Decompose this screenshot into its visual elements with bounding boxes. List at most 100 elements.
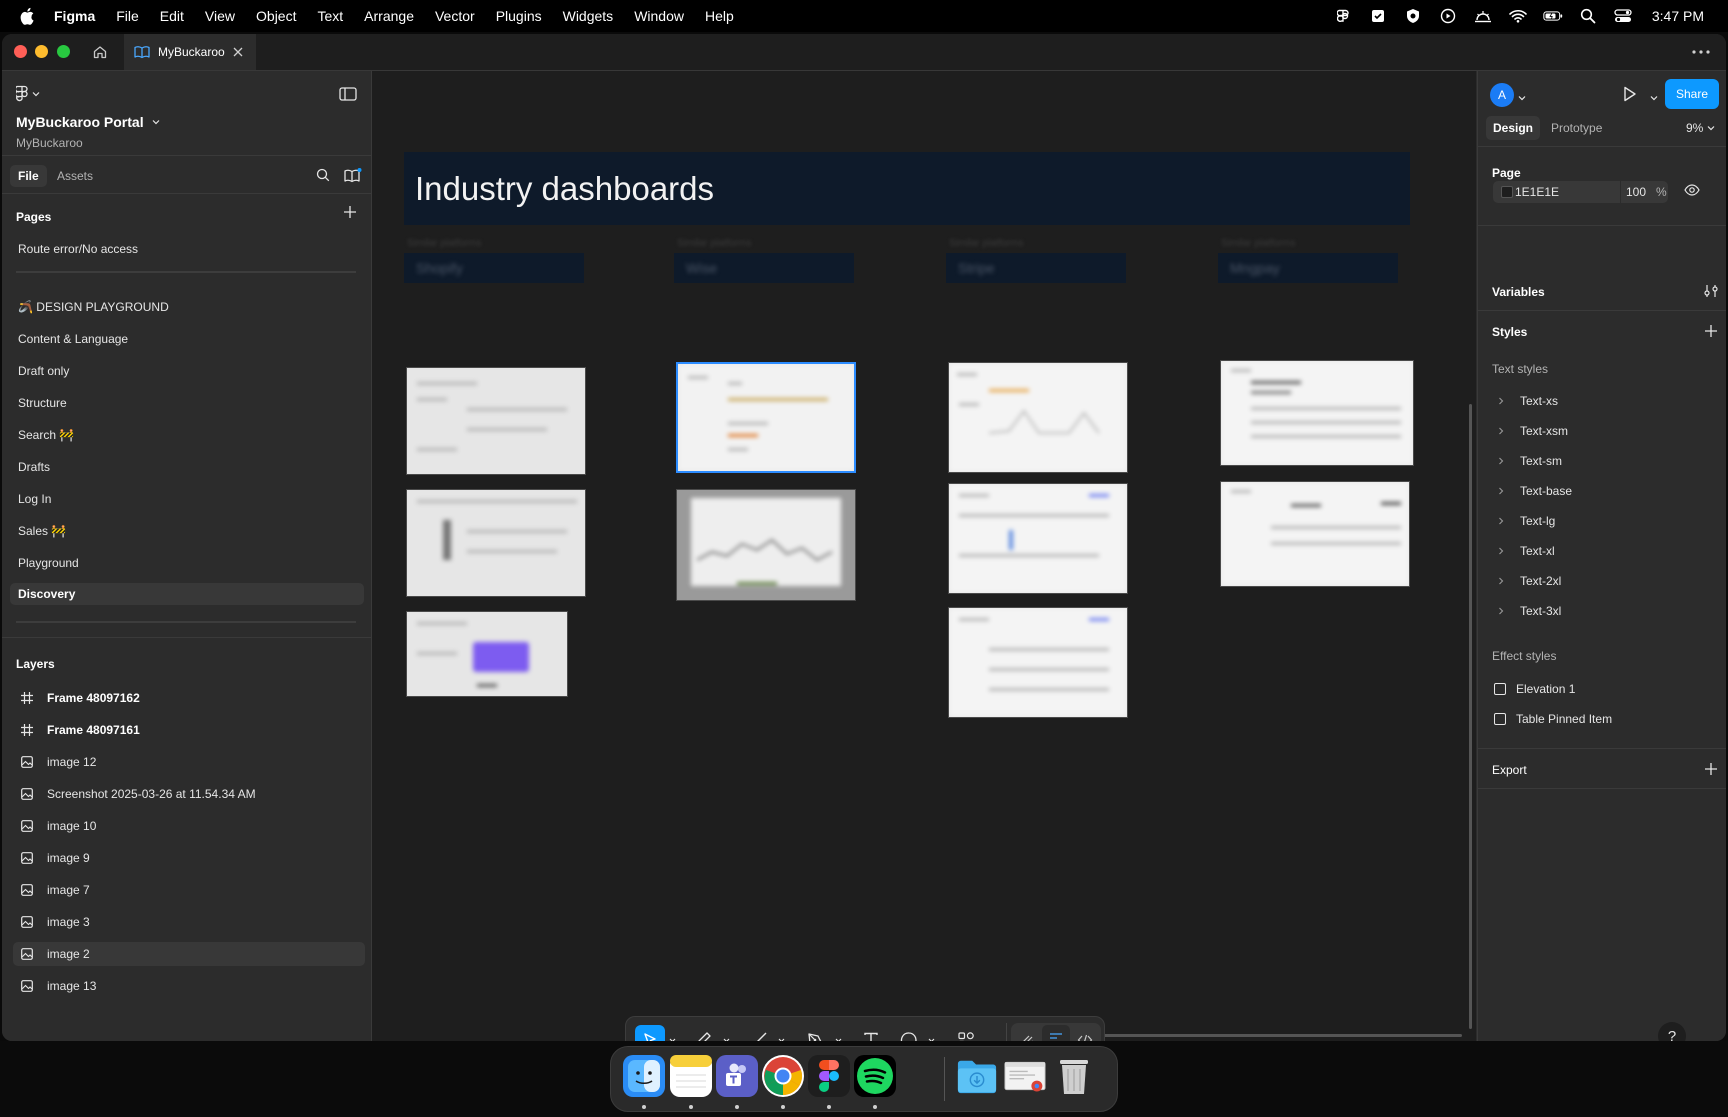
dashboard-screenshot-selected[interactable] [676, 362, 856, 473]
menu-object[interactable]: Object [256, 8, 296, 24]
text-style-item[interactable]: Text-xsm [1492, 424, 1568, 438]
effect-style-item[interactable]: Table Pinned Item [1492, 712, 1612, 726]
layer-item[interactable]: image 9 [13, 846, 365, 870]
effect-style-item[interactable]: Elevation 1 [1492, 682, 1575, 696]
project-title-button[interactable]: MyBuckaroo Portal [16, 114, 160, 130]
platform-label-box[interactable]: Wise [674, 253, 854, 283]
page-item[interactable]: Route error/No access [10, 238, 364, 260]
chrome-icon[interactable] [762, 1055, 804, 1097]
zoom-dropdown[interactable]: 9% [1686, 121, 1715, 135]
menu-file[interactable]: File [116, 8, 139, 24]
text-style-item[interactable]: Text-2xl [1492, 574, 1561, 588]
layer-item[interactable]: image 7 [13, 878, 365, 902]
spotlight-search-icon[interactable] [1578, 6, 1598, 26]
platform-label-box[interactable]: Stripe [946, 253, 1126, 283]
comment-tool-dropdown[interactable] [926, 1025, 936, 1041]
window-minimize-button[interactable] [35, 45, 48, 58]
trash-icon[interactable] [1053, 1055, 1095, 1097]
chevron-down-icon[interactable] [1518, 90, 1526, 104]
canvas[interactable]: Industry dashboards Similar platforms Sh… [372, 71, 1476, 1041]
move-tool-dropdown[interactable] [667, 1025, 677, 1041]
window-zoom-button[interactable] [57, 45, 70, 58]
menu-clock[interactable]: 3:47 PM [1652, 8, 1704, 24]
dashboard-screenshot[interactable] [676, 489, 856, 601]
menu-edit[interactable]: Edit [160, 8, 184, 24]
page-opacity-value[interactable]: 100 [1626, 185, 1646, 199]
avatar[interactable]: A [1490, 83, 1514, 107]
dashboard-screenshot[interactable] [406, 611, 568, 697]
line-tool-button[interactable] [744, 1025, 774, 1041]
text-style-item[interactable]: Text-lg [1492, 514, 1555, 528]
search-icon[interactable] [316, 168, 330, 185]
actions-button[interactable] [951, 1025, 981, 1041]
page-item[interactable]: Content & Language [10, 328, 364, 350]
move-tool-button[interactable] [635, 1025, 665, 1041]
page-item[interactable]: Drafts [10, 456, 364, 478]
pen-tool-dropdown[interactable] [833, 1025, 843, 1041]
more-options-icon[interactable] [1688, 42, 1714, 62]
shield-sync-icon[interactable] [1403, 6, 1423, 26]
battery-icon[interactable] [1543, 6, 1563, 26]
text-style-item[interactable]: Text-xs [1492, 394, 1558, 408]
teams-icon[interactable] [716, 1055, 758, 1097]
page-item[interactable]: Draft only [10, 360, 364, 382]
page-item[interactable]: 🪃 DESIGN PLAYGROUND [10, 296, 364, 318]
finder-icon[interactable] [623, 1055, 665, 1097]
menu-text[interactable]: Text [317, 8, 343, 24]
page-background-field[interactable]: 1E1E1E 100 % [1493, 181, 1668, 203]
title-banner[interactable]: Industry dashboards [404, 152, 1410, 225]
layer-item[interactable]: Screenshot 2025-03-26 at 11.54.34 AM [13, 782, 365, 806]
menu-view[interactable]: View [205, 8, 235, 24]
draw-tool-dropdown[interactable] [721, 1025, 731, 1041]
spotify-icon[interactable] [854, 1055, 896, 1097]
page-item[interactable]: Log In [10, 488, 364, 510]
design-mode-button[interactable] [1042, 1025, 1070, 1041]
notes-icon[interactable] [670, 1055, 712, 1097]
chevron-down-icon[interactable] [1650, 90, 1658, 104]
dashboard-screenshot[interactable] [948, 483, 1128, 594]
text-style-item[interactable]: Text-base [1492, 484, 1572, 498]
layer-item[interactable]: image 13 [13, 974, 365, 998]
sunrise-icon[interactable] [1473, 6, 1493, 26]
dashboard-screenshot[interactable] [948, 362, 1128, 473]
draw-mode-button[interactable] [1013, 1025, 1041, 1041]
pen-tool-button[interactable] [800, 1025, 830, 1041]
figma-status-icon[interactable] [1333, 6, 1353, 26]
app-menu-figma[interactable]: Figma [54, 8, 95, 24]
chrome-window-icon[interactable] [1004, 1055, 1046, 1097]
control-center-icon[interactable] [1613, 6, 1633, 26]
tab-design[interactable]: Design [1486, 116, 1541, 140]
main-menu-button[interactable] [16, 85, 40, 103]
page-item[interactable]: Search 🚧 [10, 424, 364, 446]
page-item-active[interactable]: Discovery [10, 583, 364, 605]
page-item[interactable]: Playground [10, 552, 364, 574]
menu-plugins[interactable]: Plugins [496, 8, 542, 24]
text-style-item[interactable]: Text-xl [1492, 544, 1555, 558]
draw-tool-button[interactable] [688, 1025, 718, 1041]
layer-item[interactable]: image 10 [13, 814, 365, 838]
add-page-icon[interactable] [343, 205, 357, 222]
help-button[interactable]: ? [1658, 1022, 1686, 1041]
wifi-icon[interactable] [1508, 6, 1528, 26]
text-style-item[interactable]: Text-3xl [1492, 604, 1561, 618]
eye-icon[interactable] [1684, 184, 1700, 199]
library-icon[interactable] [344, 168, 362, 187]
layer-item[interactable]: image 12 [13, 750, 365, 774]
canvas-vertical-scrollbar[interactable] [1469, 404, 1472, 1029]
downloads-folder-icon[interactable] [956, 1055, 998, 1097]
play-circle-icon[interactable] [1438, 6, 1458, 26]
menu-widgets[interactable]: Widgets [563, 8, 614, 24]
layer-item[interactable]: Frame 48097162 [13, 686, 365, 710]
apple-icon[interactable] [20, 7, 36, 25]
tab-prototype[interactable]: Prototype [1551, 121, 1602, 135]
sidebar-toggle-icon[interactable] [339, 87, 357, 104]
window-close-button[interactable] [14, 45, 27, 58]
file-tab[interactable]: MyBuckaroo [124, 34, 256, 70]
tab-file[interactable]: File [10, 165, 47, 187]
line-tool-dropdown[interactable] [776, 1025, 786, 1041]
menu-arrange[interactable]: Arrange [364, 8, 414, 24]
color-swatch[interactable] [1501, 186, 1513, 198]
figma-icon[interactable] [808, 1055, 850, 1097]
team-name[interactable]: MyBuckaroo [16, 136, 83, 150]
dashboard-screenshot[interactable] [406, 489, 586, 597]
